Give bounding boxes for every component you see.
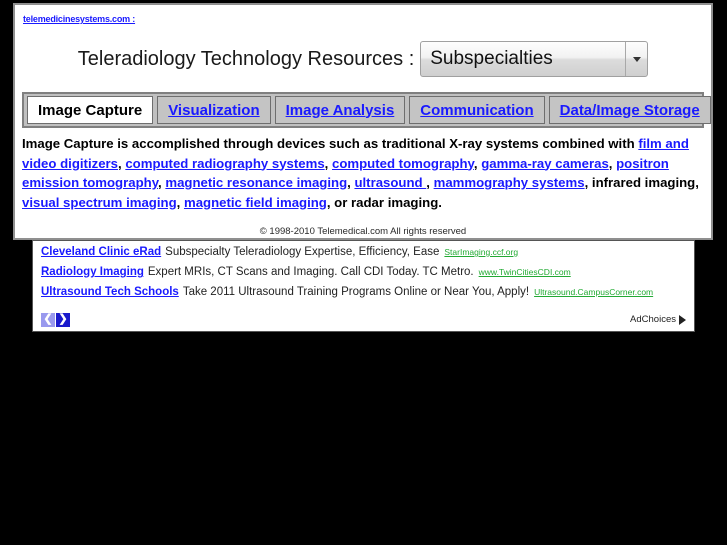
ad-item: Ultrasound Tech Schools Take 2011 Ultraso… [41, 286, 686, 298]
ad-item: Radiology Imaging Expert MRIs, CT Scans a… [41, 266, 686, 278]
subspecialties-select[interactable]: Subspecialties [420, 41, 649, 77]
chevron-down-icon[interactable] [625, 42, 647, 76]
body-link[interactable]: visual spectrum imaging [22, 195, 177, 210]
body-link[interactable]: ultrasound [354, 175, 426, 190]
ad-item: Cleveland Clinic eRad Subspecialty Telera… [41, 246, 686, 258]
body-link[interactable]: mammography systems [434, 175, 585, 190]
body-link[interactable]: computed tomography [332, 156, 474, 171]
body-text-segment: , or radar imaging. [326, 194, 442, 210]
page-title: Teleradiology Technology Resources : [77, 47, 415, 70]
tab-image-capture[interactable]: Image Capture [27, 96, 154, 124]
copyright-notice: © 1998-2010 Telemedical.com All rights r… [259, 226, 467, 237]
site-domain-link[interactable]: telemedicinesystems.com : [23, 14, 135, 24]
adchoices-label: AdChoices [630, 314, 676, 325]
ad-description: Expert MRIs, CT Scans and Imaging. Call … [147, 266, 474, 278]
body-text-segment: , infrared imaging, [584, 175, 699, 190]
tab-image-analysis[interactable]: Image Analysis [274, 96, 406, 124]
tab-bar: Image Capture Visualization Image Analysis… [22, 92, 711, 128]
header-row: Teleradiology Technology Resources : Sub… [15, 41, 711, 77]
body-link[interactable]: magnetic resonance imaging [165, 175, 347, 190]
ads-list: Cleveland Clinic eRad Subspecialty Telera… [41, 246, 686, 298]
body-link[interactable]: gamma-ray cameras [481, 156, 609, 171]
adchoices-triangle-icon [679, 314, 686, 325]
ads-footer: ❮ ❯ AdChoices [41, 312, 686, 327]
ads-next-arrow-icon[interactable]: ❯ [56, 312, 70, 327]
select-selected-value: Subspecialties [430, 48, 553, 69]
ad-url-link[interactable]: www.TwinCitiesCDI.com [474, 267, 571, 277]
ad-title-link[interactable]: Cleveland Clinic eRad [41, 246, 161, 258]
tab-data-image-storage[interactable]: Data/Image Storage [548, 96, 711, 124]
tab-communication[interactable]: Communication [409, 96, 545, 124]
body-text-segment: , [426, 175, 434, 190]
tab-visualization[interactable]: Visualization [157, 96, 271, 124]
ad-title-link[interactable]: Radiology Imaging [41, 266, 144, 278]
adchoices-button[interactable]: AdChoices [630, 314, 686, 325]
body-link[interactable]: magnetic field imaging [184, 195, 327, 210]
body-link[interactable]: computed radiography systems [125, 156, 324, 171]
ad-title-link[interactable]: Ultrasound Tech Schools [41, 286, 179, 298]
ad-url-link[interactable]: Ultrasound.CampusCorner.com [529, 287, 653, 297]
ads-panel: Cleveland Clinic eRad Subspecialty Telera… [32, 240, 695, 332]
body-text-segment: , [176, 194, 184, 210]
body-text-segment: Image Capture is accomplished through de… [22, 136, 639, 151]
ad-description: Take 2011 Ultrasound Training Programs O… [182, 286, 530, 298]
ads-prev-arrow-icon[interactable]: ❮ [41, 312, 55, 327]
body-paragraph: Image Capture is accomplished through de… [22, 134, 701, 212]
main-content-panel: telemedicinesystems.com : Teleradiology … [13, 3, 713, 240]
body-text-segment: , [608, 155, 617, 171]
ad-description: Subspecialty Teleradiology Expertise, Ef… [165, 246, 440, 258]
ads-pagination: ❮ ❯ [41, 312, 70, 327]
ad-url-link[interactable]: StarImaging.ccf.org [439, 247, 518, 257]
body-text-segment: , [324, 155, 332, 171]
